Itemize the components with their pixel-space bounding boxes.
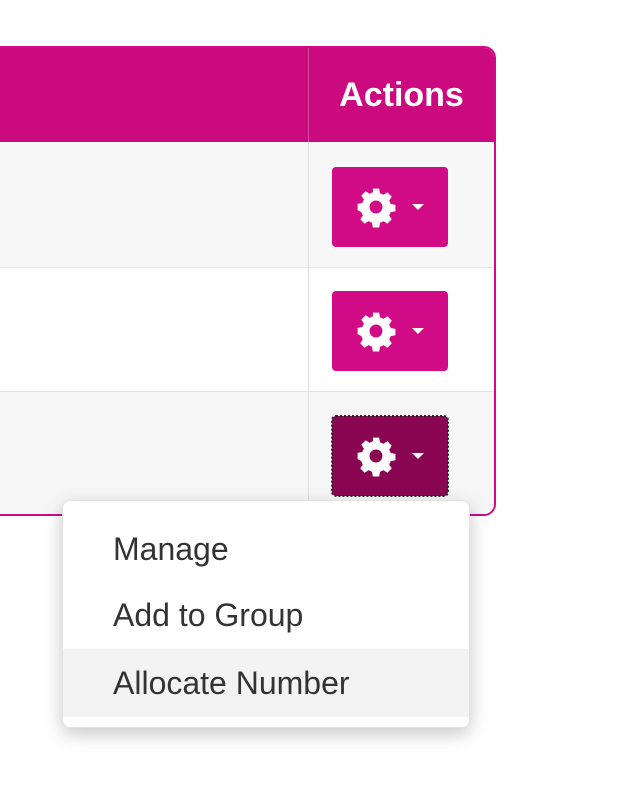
table-header: Actions — [0, 48, 494, 142]
actions-cell — [308, 392, 494, 514]
page: Actions Manage Add to Group Allocate Num… — [0, 0, 632, 800]
menu-item-allocate-number[interactable]: Allocate Number — [63, 649, 469, 717]
users-table: Actions — [0, 46, 496, 516]
table-cell — [0, 268, 308, 391]
gear-icon — [357, 188, 396, 228]
table-row — [0, 142, 494, 268]
actions-cell — [308, 268, 494, 391]
actions-dropdown-menu: Manage Add to Group Allocate Number — [62, 500, 470, 728]
actions-dropdown-button[interactable] — [332, 167, 448, 247]
table-row — [0, 268, 494, 392]
caret-down-icon — [412, 204, 424, 210]
gear-icon — [357, 312, 396, 352]
caret-down-icon — [412, 328, 424, 334]
actions-column-header: Actions — [339, 75, 464, 114]
actions-cell — [308, 142, 494, 267]
table-cell — [0, 142, 308, 267]
menu-item-manage[interactable]: Manage — [63, 515, 469, 583]
table-row — [0, 392, 494, 514]
menu-item-add-to-group[interactable]: Add to Group — [63, 581, 469, 649]
gear-icon — [357, 437, 396, 477]
actions-dropdown-button[interactable] — [332, 291, 448, 371]
caret-down-icon — [412, 453, 424, 459]
table-cell — [0, 392, 308, 514]
actions-dropdown-button-active[interactable] — [331, 415, 449, 497]
